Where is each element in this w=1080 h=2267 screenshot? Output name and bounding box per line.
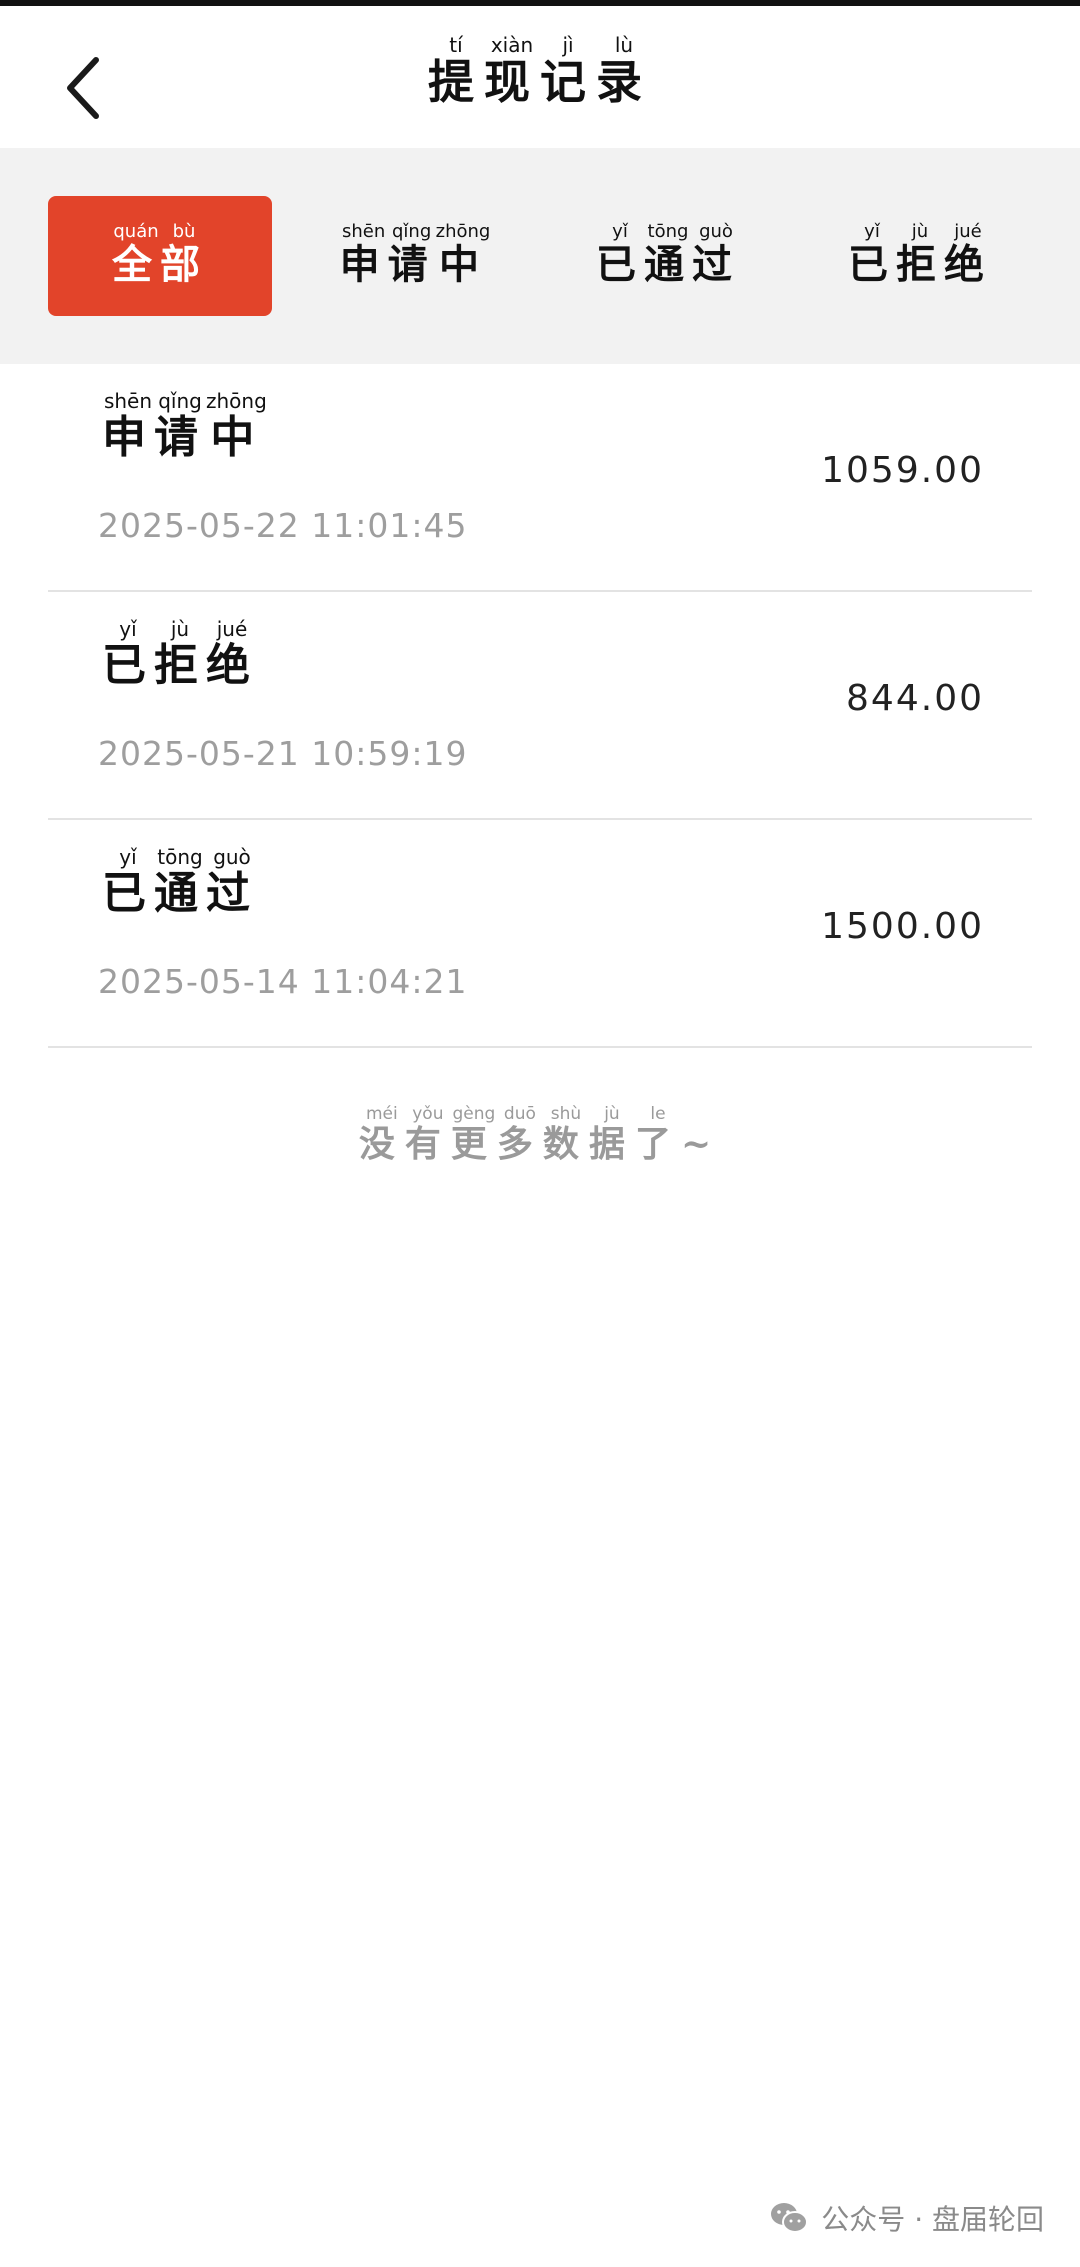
- hanzi-with-pinyin: 申shēn: [102, 389, 154, 463]
- hanzi-with-pinyin: 过guò: [692, 220, 740, 288]
- page-header: 提tí现xiàn记jì录lù: [0, 6, 1080, 148]
- pinyin-annotation: jù: [588, 1104, 635, 1124]
- no-more-data-notice: 没méi有yǒu更gèng多duō数shù据jù了le~: [0, 1104, 1080, 1167]
- hanzi-with-pinyin: 全quán: [112, 220, 160, 288]
- withdrawal-record-row[interactable]: 申shēn请qǐng中zhōng 2025-05-22 11:01:45 105…: [48, 364, 1032, 592]
- hanzi-with-pinyin: 通tōng: [154, 845, 206, 919]
- hanzi-with-pinyin: 已yǐ: [102, 845, 154, 919]
- pinyin-annotation: jué: [944, 220, 992, 242]
- wechat-icon: [771, 2203, 809, 2233]
- pinyin-annotation: xiàn: [484, 33, 540, 57]
- no-more-data-suffix: ~: [680, 1123, 722, 1165]
- hanzi-with-pinyin: 据jù: [588, 1104, 635, 1165]
- pinyin-annotation: quán: [112, 220, 160, 242]
- pinyin-annotation: bù: [160, 220, 208, 242]
- status-filter-tabs: 全quán部bù 申shēn请qǐng中zhōng 已yǐ通tōng过guò 已…: [0, 148, 1080, 364]
- tab-approved-label: 已yǐ通tōng过guò: [596, 220, 740, 290]
- pinyin-annotation: yǐ: [848, 220, 896, 242]
- pinyin-annotation: jù: [896, 220, 944, 242]
- pinyin-annotation: zhōng: [435, 220, 491, 242]
- no-more-data-text: 没méi有yǒu更gèng多duō数shù据jù了le: [358, 1104, 681, 1165]
- hanzi-with-pinyin: 记jì: [540, 33, 596, 109]
- hanzi-with-pinyin: 录lù: [596, 33, 652, 109]
- watermark: 公众号 · 盘届轮回: [769, 2198, 1044, 2238]
- hanzi-with-pinyin: 请qǐng: [154, 389, 206, 463]
- pinyin-annotation: qǐng: [387, 220, 436, 242]
- record-amount: 1500.00: [821, 906, 984, 947]
- hanzi-with-pinyin: 有yǒu: [404, 1104, 451, 1165]
- tab-pending-label: 申shēn请qǐng中zhōng: [339, 220, 491, 290]
- hanzi-with-pinyin: 申shēn: [339, 220, 388, 288]
- pinyin-annotation: lù: [596, 33, 652, 57]
- pinyin-annotation: gèng: [450, 1104, 497, 1124]
- pinyin-annotation: tōng: [644, 220, 692, 242]
- tab-all-label: 全quán部bù: [112, 220, 208, 290]
- record-status: 申shēn请qǐng中zhōng: [102, 389, 267, 465]
- record-status: 已yǐ拒jù绝jué: [102, 617, 258, 693]
- hanzi-with-pinyin: 通tōng: [644, 220, 692, 288]
- pinyin-annotation: zhōng: [206, 389, 267, 413]
- pinyin-annotation: shù: [542, 1104, 589, 1124]
- pinyin-annotation: yǐ: [102, 617, 154, 641]
- pinyin-annotation: tōng: [154, 845, 206, 869]
- pinyin-annotation: jué: [206, 617, 258, 641]
- pinyin-annotation: le: [634, 1104, 681, 1124]
- page-title: 提tí现xiàn记jì录lù: [0, 33, 1080, 112]
- pinyin-annotation: tí: [428, 33, 484, 57]
- pinyin-annotation: duō: [496, 1104, 543, 1124]
- hanzi-with-pinyin: 多duō: [496, 1104, 543, 1165]
- hanzi-with-pinyin: 现xiàn: [484, 33, 540, 109]
- record-status: 已yǐ通tōng过guò: [102, 845, 258, 921]
- hanzi-with-pinyin: 请qǐng: [387, 220, 436, 288]
- pinyin-annotation: shēn: [102, 389, 154, 413]
- hanzi-with-pinyin: 拒jù: [154, 617, 206, 691]
- hanzi-with-pinyin: 部bù: [160, 220, 208, 288]
- pinyin-annotation: yǐ: [596, 220, 644, 242]
- hanzi-with-pinyin: 过guò: [206, 845, 258, 919]
- hanzi-with-pinyin: 没méi: [358, 1104, 405, 1165]
- hanzi-with-pinyin: 已yǐ: [596, 220, 644, 288]
- watermark-text: 公众号 · 盘届轮回: [821, 2203, 1044, 2236]
- pinyin-annotation: qǐng: [154, 389, 206, 413]
- pinyin-annotation: yǒu: [404, 1104, 451, 1124]
- record-status-text: 已yǐ通tōng过guò: [102, 845, 258, 919]
- page-title-text: 提tí现xiàn记jì录lù: [428, 33, 652, 109]
- record-amount: 844.00: [846, 678, 984, 719]
- record-timestamp: 2025-05-22 11:01:45: [98, 506, 468, 545]
- hanzi-with-pinyin: 数shù: [542, 1104, 589, 1165]
- record-status-text: 申shēn请qǐng中zhōng: [102, 389, 267, 463]
- pinyin-annotation: yǐ: [102, 845, 154, 869]
- tab-approved[interactable]: 已yǐ通tōng过guò: [556, 196, 780, 316]
- hanzi-with-pinyin: 中zhōng: [435, 220, 491, 288]
- pinyin-annotation: jì: [540, 33, 596, 57]
- hanzi-with-pinyin: 已yǐ: [102, 617, 154, 691]
- tab-all[interactable]: 全quán部bù: [48, 196, 272, 316]
- withdrawal-record-row[interactable]: 已yǐ通tōng过guò 2025-05-14 11:04:21 1500.00: [48, 820, 1032, 1048]
- tab-pending[interactable]: 申shēn请qǐng中zhōng: [303, 196, 527, 316]
- pinyin-annotation: jù: [154, 617, 206, 641]
- hanzi-with-pinyin: 了le: [634, 1104, 681, 1165]
- hanzi-with-pinyin: 绝jué: [206, 617, 258, 691]
- pinyin-annotation: guò: [206, 845, 258, 869]
- hanzi-with-pinyin: 提tí: [428, 33, 484, 109]
- record-amount: 1059.00: [821, 450, 984, 491]
- hanzi-with-pinyin: 已yǐ: [848, 220, 896, 288]
- pinyin-annotation: shēn: [339, 220, 388, 242]
- record-timestamp: 2025-05-21 10:59:19: [98, 734, 468, 773]
- hanzi-with-pinyin: 中zhōng: [206, 389, 267, 463]
- pinyin-annotation: méi: [358, 1104, 405, 1124]
- hanzi-with-pinyin: 拒jù: [896, 220, 944, 288]
- record-timestamp: 2025-05-14 11:04:21: [98, 962, 468, 1001]
- hanzi-with-pinyin: 更gèng: [450, 1104, 497, 1165]
- tab-rejected-label: 已yǐ拒jù绝jué: [848, 220, 992, 290]
- withdrawal-record-row[interactable]: 已yǐ拒jù绝jué 2025-05-21 10:59:19 844.00: [48, 592, 1032, 820]
- withdrawal-record-list: 申shēn请qǐng中zhōng 2025-05-22 11:01:45 105…: [48, 364, 1032, 1048]
- tab-rejected[interactable]: 已yǐ拒jù绝jué: [808, 196, 1032, 316]
- record-status-text: 已yǐ拒jù绝jué: [102, 617, 258, 691]
- hanzi-with-pinyin: 绝jué: [944, 220, 992, 288]
- pinyin-annotation: guò: [692, 220, 740, 242]
